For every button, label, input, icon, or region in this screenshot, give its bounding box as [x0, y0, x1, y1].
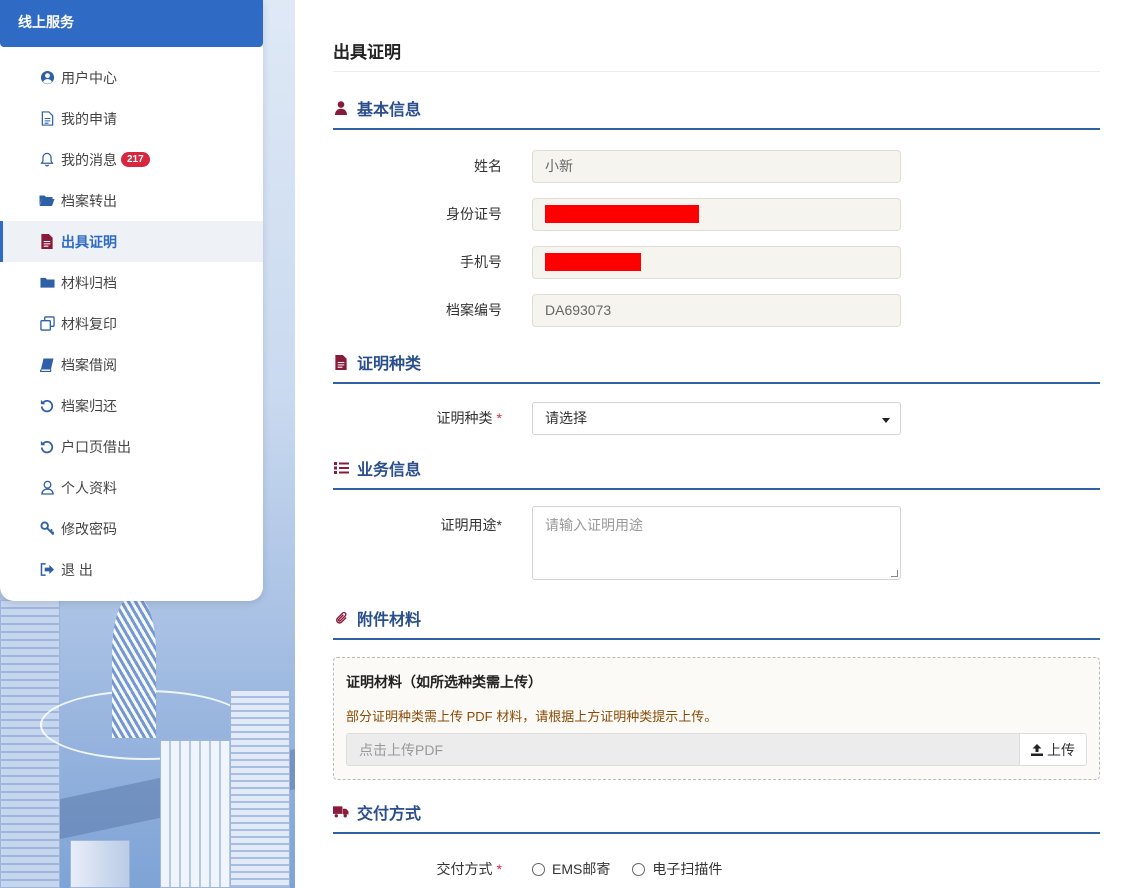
- sidebar-item-label: 个人资料: [61, 479, 117, 496]
- phone-field: [532, 245, 901, 279]
- sidebar-item-file-transfer-out[interactable]: 档案转出: [0, 180, 263, 221]
- delivery-method-row: 交付方式 * EMS邮寄 电子扫描件: [333, 845, 1100, 888]
- sidebar-item-label: 档案转出: [61, 192, 117, 209]
- upload-file-field[interactable]: 点击上传PDF: [346, 733, 1019, 766]
- section-title: 附件材料: [357, 612, 422, 629]
- sidebar-menu: 用户中心 我的申请 我的消息 217 档案转出 出具证明 材料归档 材料复印 档…: [0, 47, 263, 590]
- phone-label: 手机号: [460, 254, 502, 270]
- section-attachments: 附件材料: [333, 582, 1100, 640]
- upload-button-label: 上传: [1047, 741, 1075, 758]
- sidebar-item-user-center[interactable]: 用户中心: [0, 57, 263, 98]
- sidebar-item-household-page-borrow[interactable]: 户口页借出: [0, 426, 263, 467]
- sidebar-item-logout[interactable]: 退 出: [0, 549, 263, 590]
- sidebar-item-label: 出具证明: [61, 233, 117, 250]
- document-icon: [38, 111, 56, 126]
- sidebar-item-label: 我的消息: [61, 151, 117, 168]
- section-certificate-type: 证明种类: [333, 326, 1100, 384]
- key-icon: [38, 521, 56, 536]
- sidebar-item-change-password[interactable]: 修改密码: [0, 508, 263, 549]
- certificate-type-label: 证明种类 *: [436, 410, 502, 426]
- id-number-label: 身份证号: [446, 206, 502, 222]
- id-number-field: [532, 197, 901, 231]
- sidebar-item-file-borrow[interactable]: 档案借阅: [0, 344, 263, 385]
- section-title: 业务信息: [357, 462, 422, 479]
- sidebar-item-personal-profile[interactable]: 个人资料: [0, 467, 263, 508]
- section-business-info: 业务信息: [333, 432, 1100, 490]
- purpose-textarea[interactable]: 请输入证明用途: [532, 506, 901, 580]
- sidebar-item-label: 户口页借出: [61, 438, 131, 455]
- name-row: 姓名 小新: [333, 142, 1100, 190]
- user-icon: [333, 101, 349, 115]
- phone-row: 手机号: [333, 238, 1100, 286]
- delivery-option-electronic-scan[interactable]: 电子扫描件: [632, 859, 722, 879]
- list-icon: [333, 462, 349, 474]
- sidebar-item-label: 材料归档: [61, 274, 117, 291]
- sidebar-item-my-messages[interactable]: 我的消息 217: [0, 139, 263, 180]
- sidebar-item-label: 用户中心: [61, 69, 117, 86]
- page-title: 出具证明: [333, 0, 1100, 72]
- copy-icon: [38, 316, 56, 331]
- sidebar-item-label: 材料复印: [61, 315, 117, 332]
- caret-down-icon: [882, 410, 890, 426]
- paperclip-icon: [333, 611, 349, 625]
- sidebar-item-label: 我的申请: [61, 110, 117, 127]
- user-icon: [38, 480, 56, 495]
- radio-circle[interactable]: [632, 862, 646, 876]
- section-title: 基本信息: [357, 102, 422, 119]
- radio-label: EMS邮寄: [552, 861, 611, 877]
- bell-icon: [38, 152, 56, 167]
- purpose-row: 证明用途* 请输入证明用途: [333, 506, 1100, 580]
- sidebar-title: 线上服务: [0, 0, 263, 47]
- file-number-label: 档案编号: [446, 302, 502, 318]
- truck-icon: [333, 806, 349, 818]
- upload-control: 点击上传PDF 上传: [346, 733, 1087, 766]
- sidebar-item-label: 档案归还: [61, 397, 117, 414]
- select-value: 请选择: [545, 410, 587, 426]
- sidebar-item-issue-certificate[interactable]: 出具证明: [0, 221, 263, 262]
- folder-icon: [38, 276, 56, 289]
- name-field: 小新: [532, 149, 901, 183]
- section-basic-info: 基本信息: [333, 72, 1100, 130]
- undo-icon: [38, 440, 56, 454]
- book-icon: [38, 358, 56, 372]
- purpose-label: 证明用途*: [440, 517, 502, 533]
- certificate-type-select[interactable]: 请选择: [532, 401, 901, 435]
- delivery-option-ems[interactable]: EMS邮寄: [532, 859, 610, 879]
- upload-icon: [1031, 743, 1043, 756]
- sidebar: 线上服务 用户中心 我的申请 我的消息 217 档案转出 出具证明 材料归档 材…: [0, 0, 263, 601]
- sidebar-item-material-archive[interactable]: 材料归档: [0, 262, 263, 303]
- redaction-block: [545, 253, 641, 271]
- section-delivery: 交付方式: [333, 776, 1100, 834]
- section-title: 交付方式: [357, 806, 422, 823]
- section-title: 证明种类: [357, 356, 422, 373]
- attachment-upload-panel: 证明材料（如所选种类需上传） 部分证明种类需上传 PDF 材料，请根据上方证明种…: [333, 657, 1100, 780]
- message-count-badge: 217: [121, 152, 150, 167]
- undo-icon: [38, 399, 56, 413]
- user-circle-icon: [38, 70, 56, 85]
- folder-open-icon: [38, 194, 56, 207]
- name-label: 姓名: [474, 158, 502, 174]
- upload-button[interactable]: 上传: [1019, 733, 1087, 766]
- file-number-field: DA693073: [532, 293, 901, 327]
- delivery-method-label: 交付方式 *: [436, 861, 502, 877]
- upload-hint: 部分证明种类需上传 PDF 材料，请根据上方证明种类提示上传。: [346, 709, 718, 724]
- redaction-block: [545, 205, 699, 223]
- sidebar-item-material-copy[interactable]: 材料复印: [0, 303, 263, 344]
- sign-out-icon: [38, 563, 56, 576]
- id-number-row: 身份证号: [333, 190, 1100, 238]
- file-text-icon: [333, 354, 349, 370]
- sidebar-item-label: 档案借阅: [61, 356, 117, 373]
- sidebar-item-label: 退 出: [61, 561, 93, 578]
- radio-circle[interactable]: [532, 862, 545, 876]
- file-text-icon: [38, 234, 56, 249]
- upload-title: 证明材料（如所选种类需上传）: [346, 674, 542, 690]
- delivery-method-radio-group: EMS邮寄 电子扫描件: [532, 859, 722, 879]
- sidebar-item-file-return[interactable]: 档案归还: [0, 385, 263, 426]
- main-panel: 出具证明 基本信息 姓名 小新 身份证号 手机号 档案编号 DA693073 证…: [295, 0, 1138, 888]
- sidebar-item-my-applications[interactable]: 我的申请: [0, 98, 263, 139]
- sidebar-item-label: 修改密码: [61, 520, 117, 537]
- radio-label: 电子扫描件: [652, 861, 723, 877]
